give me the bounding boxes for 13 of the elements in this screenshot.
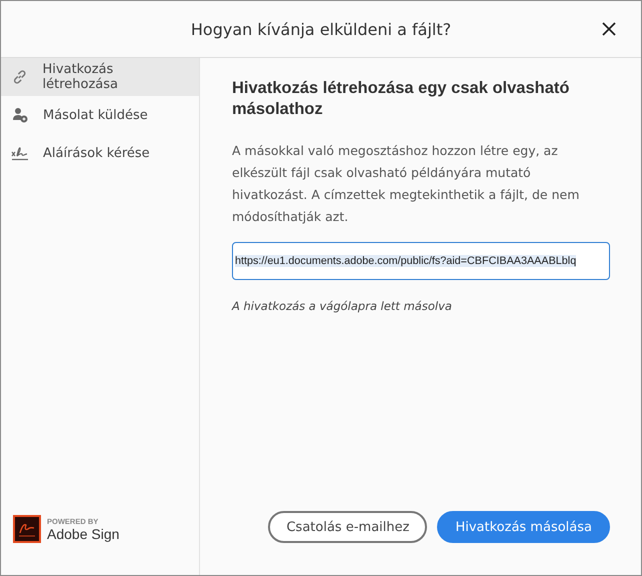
sidebar-item[interactable]: Hivatkozás létrehozása [1, 58, 199, 96]
person-add-icon [11, 106, 29, 124]
sidebar-item[interactable]: Másolat küldése [1, 96, 199, 134]
link-field[interactable]: https://eu1.documents.adobe.com/public/fs?aid=CBFCIBAA3AAABLblq [232, 242, 610, 280]
status-message: A hivatkozás a vágólapra lett másolva [232, 298, 453, 313]
description-text: A másokkal való megosztáshoz hozzon létre egy, az elkészült fájl csak olvasható példányára mutató hivatkozást. A címzettek megtekinthetik a fájlt, de nem módosíthatják azt. [232, 142, 580, 226]
product-name: Adobe Sign [47, 526, 120, 542]
window-title: Hogyan kívánja elküldeni a fájlt? [190, 20, 452, 38]
copy-link-button[interactable]: Hivatkozás másolása [437, 511, 610, 543]
logo-icon [13, 515, 41, 543]
attach-email-button[interactable]: Csatolás e-mailhez [268, 511, 428, 543]
sidebar-item[interactable]: Aláírások kérése [1, 134, 199, 172]
section-heading: Hivatkozás létrehozása egy csak olvasható másolathoz [232, 78, 570, 120]
